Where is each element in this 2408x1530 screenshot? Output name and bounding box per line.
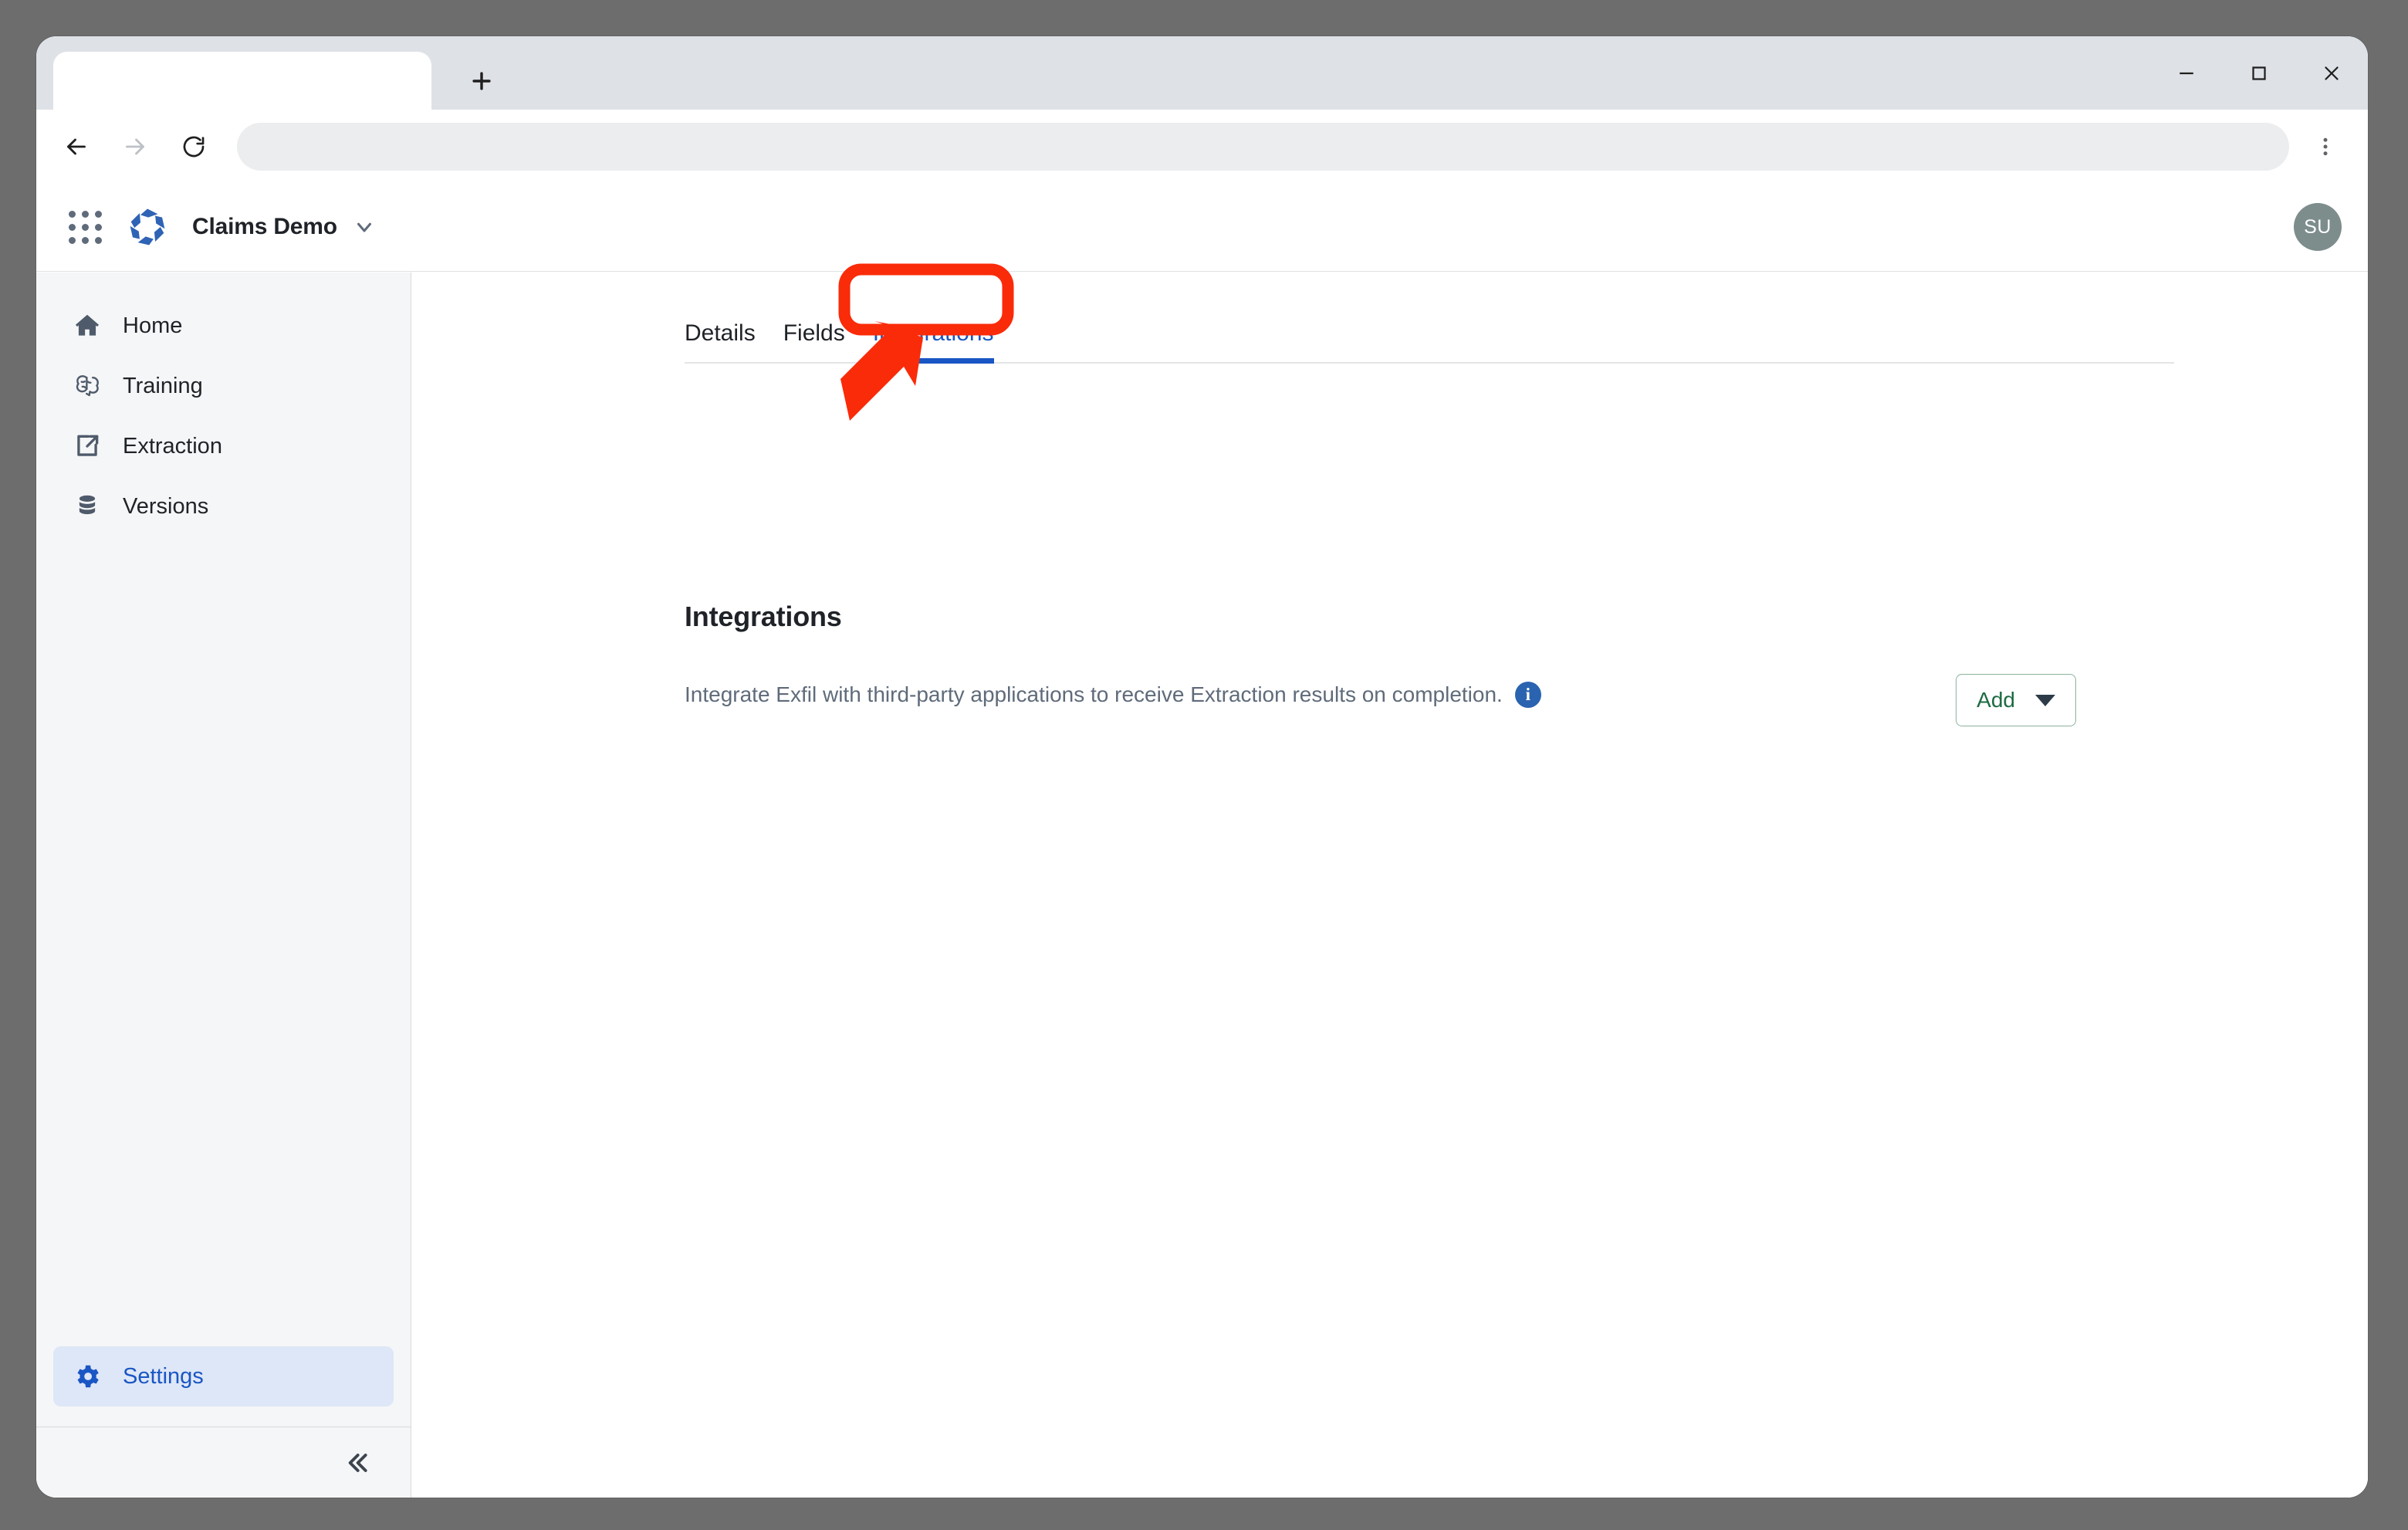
tab-integrations[interactable]: Integrations [872,320,994,364]
new-tab-button[interactable] [455,55,508,107]
avatar[interactable]: SU [2294,203,2342,251]
app-body: Home Training Extraction Versions Settin… [36,272,2368,1498]
app-header: Claims Demo SU [36,183,2368,272]
sidebar-item-label: Training [123,373,203,398]
brand-logo-icon [126,205,169,249]
browser-menu-icon[interactable] [2301,120,2349,173]
browser-tab-strip [36,36,2368,110]
gear-icon [70,1359,104,1393]
home-icon [70,309,104,343]
maximize-button[interactable] [2223,36,2295,110]
browser-window: Claims Demo SU Home Training Extraction … [36,36,2368,1498]
section-description-text: Integrate Exfil with third-party applica… [685,682,1503,706]
sidebar-bottom: Settings [36,1346,411,1427]
chevron-down-icon [2035,694,2055,706]
app-grid-icon[interactable] [64,206,106,248]
sidebar-footer [36,1427,411,1498]
tab-fields[interactable]: Fields [783,320,845,362]
window-controls [2150,36,2368,110]
tab-label: Details [685,320,756,346]
page-title: Integrations [685,601,842,632]
collapse-sidebar-icon[interactable] [337,1443,377,1483]
reload-icon[interactable] [167,120,220,173]
database-icon [70,489,104,523]
sidebar-item-settings[interactable]: Settings [53,1346,394,1406]
content-pane: Details Fields Integrations Integrations… [411,272,2368,1498]
sidebar-nav: Home Training Extraction Versions [36,272,411,537]
minimize-button[interactable] [2150,36,2223,110]
tab-label: Fields [783,320,845,346]
extraction-icon [70,429,104,463]
add-button-label: Add [1977,688,2015,712]
tab-label: Integrations [872,320,994,346]
sidebar-item-label: Home [123,313,183,338]
sidebar-item-label: Settings [123,1363,204,1389]
sidebar-item-label: Extraction [123,433,222,459]
add-button[interactable]: Add [1956,674,2076,726]
brain-icon [70,369,104,403]
sidebar: Home Training Extraction Versions Settin… [36,272,411,1498]
address-bar[interactable] [237,122,2289,171]
brand-name: Claims Demo [192,214,337,239]
forward-icon[interactable] [109,120,161,173]
info-icon[interactable]: i [1514,682,1541,708]
back-icon[interactable] [50,120,103,173]
browser-tab[interactable] [53,52,431,110]
section-description: Integrate Exfil with third-party applica… [685,682,1541,708]
sidebar-item-home[interactable]: Home [53,296,394,356]
sidebar-item-label: Versions [123,493,209,519]
tab-details[interactable]: Details [685,320,756,362]
chevron-down-icon[interactable] [353,215,376,239]
sidebar-item-training[interactable]: Training [53,356,394,416]
web-app: Claims Demo SU Home Training Extraction … [36,183,2368,1498]
content-tabs: Details Fields Integrations [685,320,2174,364]
browser-toolbar [36,110,2368,183]
close-button[interactable] [2295,36,2368,110]
sidebar-item-extraction[interactable]: Extraction [53,416,394,476]
sidebar-item-versions[interactable]: Versions [53,476,394,537]
